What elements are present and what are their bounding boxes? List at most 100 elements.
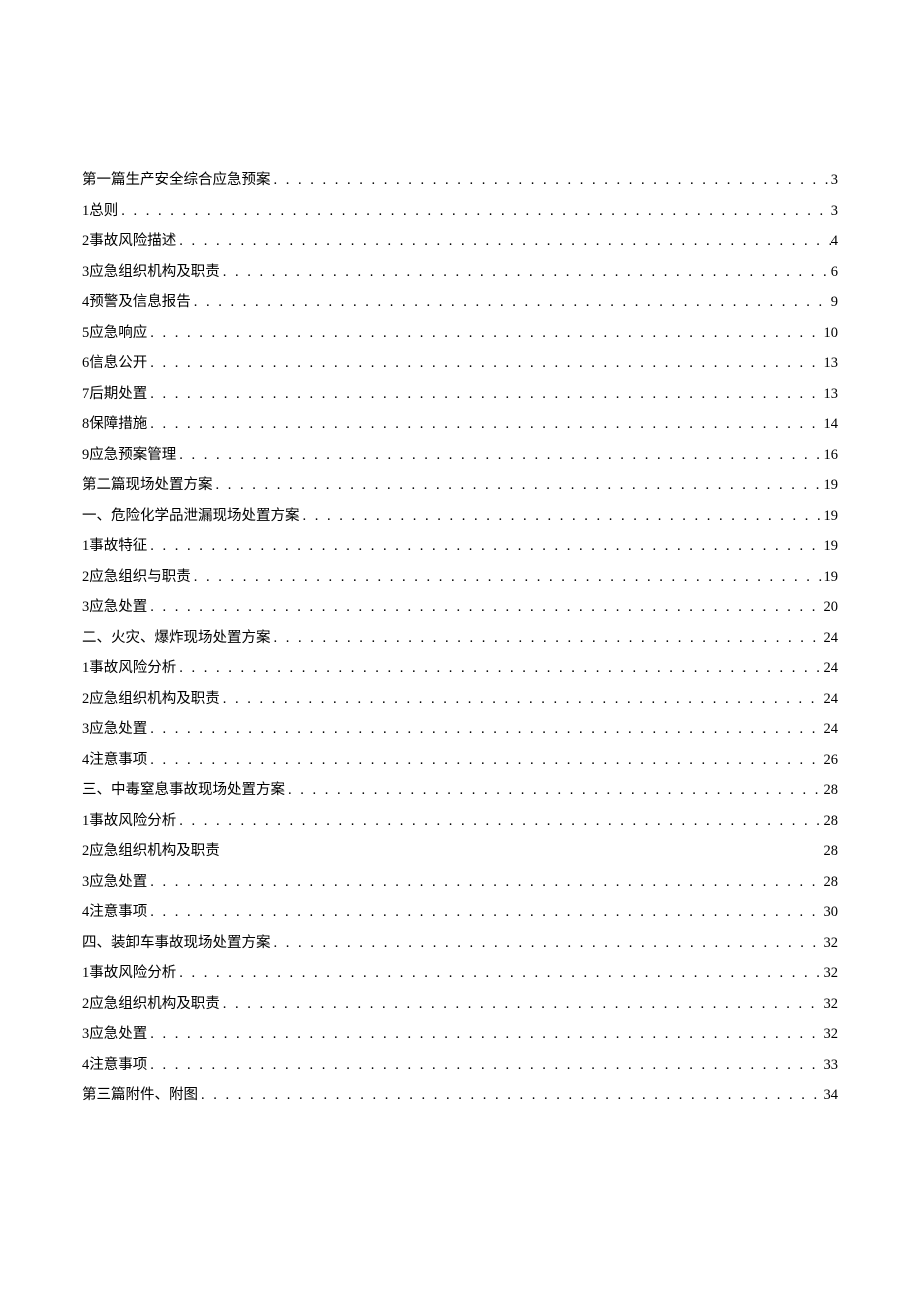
- toc-page-number: 14: [824, 414, 839, 435]
- toc-leader-dots: [147, 323, 823, 344]
- toc-entry: 1事故风险分析 32: [82, 963, 838, 984]
- toc-page-number: 19: [824, 506, 839, 527]
- toc-title: 3应急处置: [82, 597, 147, 618]
- toc-page-number: 28: [824, 780, 839, 801]
- toc-leader-dots: [271, 170, 831, 191]
- toc-entry: 3应急处置24: [82, 719, 838, 740]
- toc-title: 2应急组织与职责: [82, 567, 191, 588]
- toc-leader-dots: [147, 750, 823, 771]
- toc-leader-dots: [271, 628, 824, 649]
- toc-leader-dots: [220, 262, 831, 283]
- toc-entry: 4注意事项33: [82, 1055, 838, 1076]
- toc-leader-dots: [147, 597, 823, 618]
- toc-leader-dots: [220, 689, 824, 710]
- toc-page-number: 34: [824, 1085, 839, 1106]
- toc-leader-dots: [147, 536, 823, 557]
- toc-entry: 8保障措施14: [82, 414, 838, 435]
- toc-leader-dots: [147, 384, 823, 405]
- toc-page-number: 28: [824, 811, 839, 832]
- toc-entry: 2应急组织与职责19: [82, 567, 838, 588]
- toc-entry: 3应急处置 28: [82, 872, 838, 893]
- toc-entry: 第三篇附件、附图 34: [82, 1085, 838, 1106]
- toc-leader-dots: [285, 780, 824, 801]
- toc-entry: 二、火灾、爆炸现场处置方案 24: [82, 628, 838, 649]
- toc-title: 1事故风险分析: [82, 963, 176, 984]
- toc-page-number: 19: [824, 536, 839, 557]
- toc-title: 4注意事项: [82, 902, 147, 923]
- toc-entry: 1事故特征19: [82, 536, 838, 557]
- toc-page-number: 24: [824, 689, 839, 710]
- toc-page-number: 24: [824, 658, 839, 679]
- toc-title: 5应急响应: [82, 323, 147, 344]
- toc-entry: 3应急处置 20: [82, 597, 838, 618]
- toc-page-number: 9: [831, 292, 838, 313]
- toc-title: 三、中毒窒息事故现场处置方案: [82, 780, 285, 801]
- toc-entry: 4注意事项 30: [82, 902, 838, 923]
- toc-leader-dots: [271, 933, 824, 954]
- toc-entry: 5应急响应 10: [82, 323, 838, 344]
- toc-entry: 4注意事项26: [82, 750, 838, 771]
- toc-leader-dots: [147, 719, 823, 740]
- toc-page-number: 32: [824, 963, 839, 984]
- toc-page-number: 19: [824, 475, 839, 496]
- toc-title: 1事故风险分析: [82, 811, 176, 832]
- toc-leader-dots: [176, 445, 823, 466]
- toc-entry: 2事故风险描述4: [82, 231, 838, 252]
- table-of-contents: 第一篇生产安全综合应急预案 3 1总则 3 2事故风险描述4 3应急组织机构及职责6…: [82, 170, 838, 1106]
- toc-leader-dots: [191, 567, 824, 588]
- toc-leader-dots: [176, 231, 831, 252]
- toc-entry: 2应急组织机构及职责 28: [82, 841, 838, 862]
- toc-leader-dots: [213, 475, 824, 496]
- toc-leader-dots: [176, 811, 823, 832]
- toc-title: 4预警及信息报告: [82, 292, 191, 313]
- toc-entry: 6信息公开13: [82, 353, 838, 374]
- toc-title: 9应急预案管理: [82, 445, 176, 466]
- toc-leader-dots: [147, 353, 823, 374]
- toc-leader-dots: [147, 902, 823, 923]
- toc-page-number: 13: [824, 353, 839, 374]
- toc-entry: 3应急处置32: [82, 1024, 838, 1045]
- toc-entry: 第二篇现场处置方案 19: [82, 475, 838, 496]
- toc-title: 2应急组织机构及职责: [82, 994, 220, 1015]
- toc-title: 二、火灾、爆炸现场处置方案: [82, 628, 271, 649]
- toc-title: 四、装卸车事故现场处置方案: [82, 933, 271, 954]
- toc-page-number: 3: [831, 170, 838, 191]
- toc-title: 1总则: [82, 201, 118, 222]
- toc-title: 第二篇现场处置方案: [82, 475, 213, 496]
- toc-page-number: 24: [824, 628, 839, 649]
- toc-page-number: 6: [831, 262, 838, 283]
- toc-title: 2应急组织机构及职责: [82, 841, 220, 862]
- toc-title: 1事故风险分析: [82, 658, 176, 679]
- toc-entry: 3应急组织机构及职责6: [82, 262, 838, 283]
- toc-entry: 2应急组织机构及职责 24: [82, 689, 838, 710]
- toc-entry: 2应急组织机构及职责 32: [82, 994, 838, 1015]
- toc-leader-dots: [147, 414, 823, 435]
- toc-entry: 4预警及信息报告 9: [82, 292, 838, 313]
- toc-entry: 1事故风险分析 24: [82, 658, 838, 679]
- toc-entry: 四、装卸车事故现场处置方案32: [82, 933, 838, 954]
- toc-leader-dots: [198, 1085, 824, 1106]
- toc-page-number: 20: [824, 597, 839, 618]
- toc-leader-dots: [300, 506, 824, 527]
- toc-entry: 一、危险化学品泄漏现场处置方案19: [82, 506, 838, 527]
- toc-page-number: 10: [824, 323, 839, 344]
- toc-title: 3应急处置: [82, 1024, 147, 1045]
- toc-title: 第三篇附件、附图: [82, 1085, 198, 1106]
- toc-entry: 9应急预案管理16: [82, 445, 838, 466]
- toc-page-number: 28: [824, 841, 839, 862]
- toc-entry: 三、中毒窒息事故现场处置方案 28: [82, 780, 838, 801]
- toc-page-number: 13: [824, 384, 839, 405]
- toc-title: 3应急处置: [82, 872, 147, 893]
- toc-title: 2应急组织机构及职责: [82, 689, 220, 710]
- toc-title: 第一篇生产安全综合应急预案: [82, 170, 271, 191]
- toc-page-number: 3: [831, 201, 838, 222]
- toc-entry: 第一篇生产安全综合应急预案 3: [82, 170, 838, 191]
- toc-page-number: 4: [831, 231, 838, 252]
- toc-title: 4注意事项: [82, 1055, 147, 1076]
- toc-page-number: 30: [824, 902, 839, 923]
- toc-leader-dots: [176, 658, 823, 679]
- toc-entry: 1总则 3: [82, 201, 838, 222]
- toc-page-number: 32: [824, 994, 839, 1015]
- toc-page-number: 26: [824, 750, 839, 771]
- toc-page-number: 28: [824, 872, 839, 893]
